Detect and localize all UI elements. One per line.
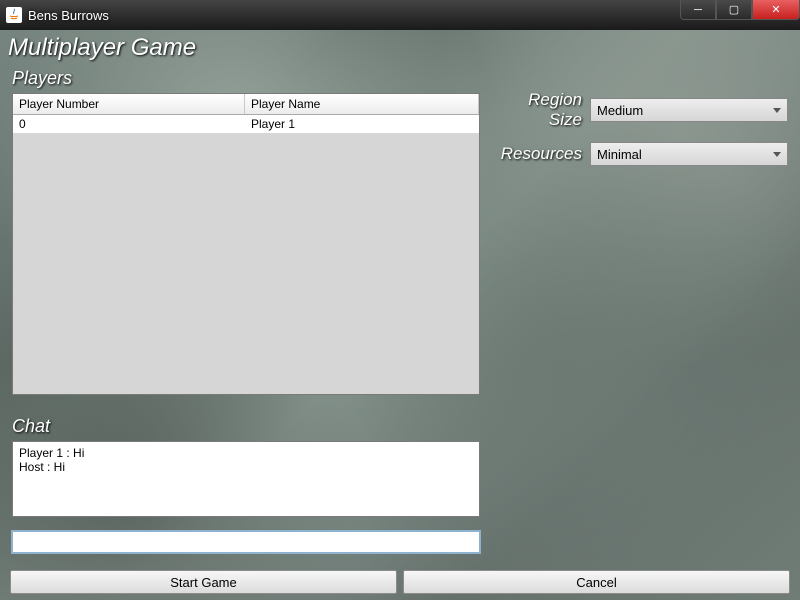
col-player-name[interactable]: Player Name [245,94,479,114]
window-title: Bens Burrows [28,8,109,23]
java-icon [6,7,22,23]
resources-row: Resources Minimal [494,142,788,166]
col-player-number[interactable]: Player Number [13,94,245,114]
players-table-header: Player Number Player Name [13,94,479,115]
close-button[interactable]: ✕ [752,0,800,20]
bottom-buttons: Start Game Cancel [10,570,790,594]
region-size-value: Medium [597,103,643,118]
resources-select[interactable]: Minimal [590,142,788,166]
chat-group: Chat Player 1 : Hi Host : Hi [12,416,480,553]
window-controls: ─ ▢ ✕ [680,0,800,20]
chat-input[interactable] [12,531,480,553]
region-size-select[interactable]: Medium [590,98,788,122]
chat-log: Player 1 : Hi Host : Hi [12,441,480,517]
chevron-down-icon [773,108,781,113]
players-table: Player Number Player Name 0 Player 1 [12,93,480,395]
players-group: Players Player Number Player Name 0 Play… [12,68,480,395]
start-game-label: Start Game [170,575,236,590]
start-game-button[interactable]: Start Game [10,570,397,594]
cancel-label: Cancel [576,575,616,590]
cancel-button[interactable]: Cancel [403,570,790,594]
chat-label: Chat [12,416,480,437]
region-size-label: Region Size [494,90,590,130]
players-table-body: 0 Player 1 [13,115,479,394]
minimize-button[interactable]: ─ [680,0,716,20]
resources-label: Resources [494,144,590,164]
players-label: Players [12,68,480,89]
client-area: Multiplayer Game Players Player Number P… [0,30,800,600]
cell-player-number: 0 [13,115,245,133]
settings-panel: Region Size Medium Resources Minimal [494,90,788,178]
maximize-button[interactable]: ▢ [716,0,752,20]
titlebar: Bens Burrows ─ ▢ ✕ [0,0,800,30]
region-size-row: Region Size Medium [494,90,788,130]
cell-player-name: Player 1 [245,115,479,133]
table-row[interactable]: 0 Player 1 [13,115,479,133]
page-title: Multiplayer Game [8,34,196,62]
chevron-down-icon [773,152,781,157]
resources-value: Minimal [597,147,642,162]
